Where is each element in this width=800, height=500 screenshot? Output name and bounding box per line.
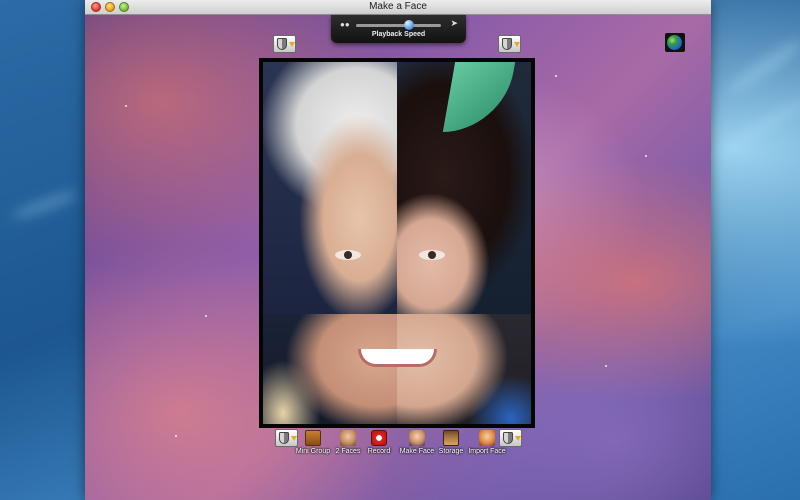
left-shield-dropdown-button[interactable]	[273, 35, 296, 53]
star	[645, 155, 647, 157]
import-face-icon	[479, 430, 495, 446]
globe-button[interactable]	[665, 33, 685, 52]
right-shield-dropdown-button[interactable]	[498, 35, 521, 53]
record-icon	[371, 430, 387, 446]
turtle-icon: ●●	[340, 20, 350, 29]
import-face-button[interactable]: Import Face	[467, 428, 507, 455]
face-bottom-left-segment[interactable]	[263, 314, 398, 424]
face-bottom-right-segment[interactable]	[397, 314, 531, 424]
two-faces-icon	[340, 430, 356, 446]
leaf	[442, 62, 516, 132]
star	[555, 75, 557, 77]
app-window: Make a Face ●● ➤ Playback Speed Mini Gro…	[85, 0, 711, 500]
title-bar[interactable]: Make a Face	[85, 0, 711, 15]
record-label: Record	[367, 448, 391, 455]
desktop-streak	[724, 35, 800, 99]
face-top-left-segment[interactable]	[263, 62, 397, 314]
playback-speed-label: Playback Speed	[371, 31, 426, 38]
dropdown-arrow-icon	[514, 42, 520, 47]
face-composite	[263, 62, 531, 424]
globe-icon	[667, 35, 682, 50]
shield-icon	[277, 38, 287, 50]
star	[175, 435, 177, 437]
mouth-left	[358, 349, 398, 367]
make-face-icon	[409, 430, 425, 446]
playback-speed-panel: ●● ➤ Playback Speed	[331, 15, 466, 43]
star	[205, 315, 207, 317]
eye-left	[335, 250, 361, 260]
desktop-streak	[10, 188, 80, 222]
playback-speed-slider[interactable]	[356, 20, 441, 30]
storage-icon	[443, 430, 459, 446]
bottom-toolbar: Mini Group 2 Faces Record Make Face Stor…	[273, 428, 523, 460]
face-composite-frame	[259, 58, 535, 428]
mini-group-icon	[305, 430, 321, 446]
eye-right	[419, 250, 445, 260]
storage-label: Storage	[438, 448, 464, 455]
mini-group-label: Mini Group	[295, 448, 331, 455]
desktop-streak	[719, 95, 800, 155]
dropdown-arrow-icon	[289, 42, 295, 47]
star	[125, 105, 127, 107]
mini-group-button[interactable]: Mini Group	[293, 428, 333, 455]
slider-knob[interactable]	[403, 20, 414, 30]
star	[605, 365, 607, 367]
import-face-label: Import Face	[468, 448, 506, 455]
window-title: Make a Face	[369, 1, 427, 12]
face-top-right-segment[interactable]	[397, 62, 531, 314]
nebula-background: ●● ➤ Playback Speed Mini Group 2 Faces R…	[85, 15, 711, 500]
rabbit-icon: ➤	[450, 18, 458, 28]
shield-icon	[502, 38, 512, 50]
mouth-right	[397, 349, 437, 367]
storage-button[interactable]: Storage	[431, 428, 471, 455]
record-button[interactable]: Record	[359, 428, 399, 455]
